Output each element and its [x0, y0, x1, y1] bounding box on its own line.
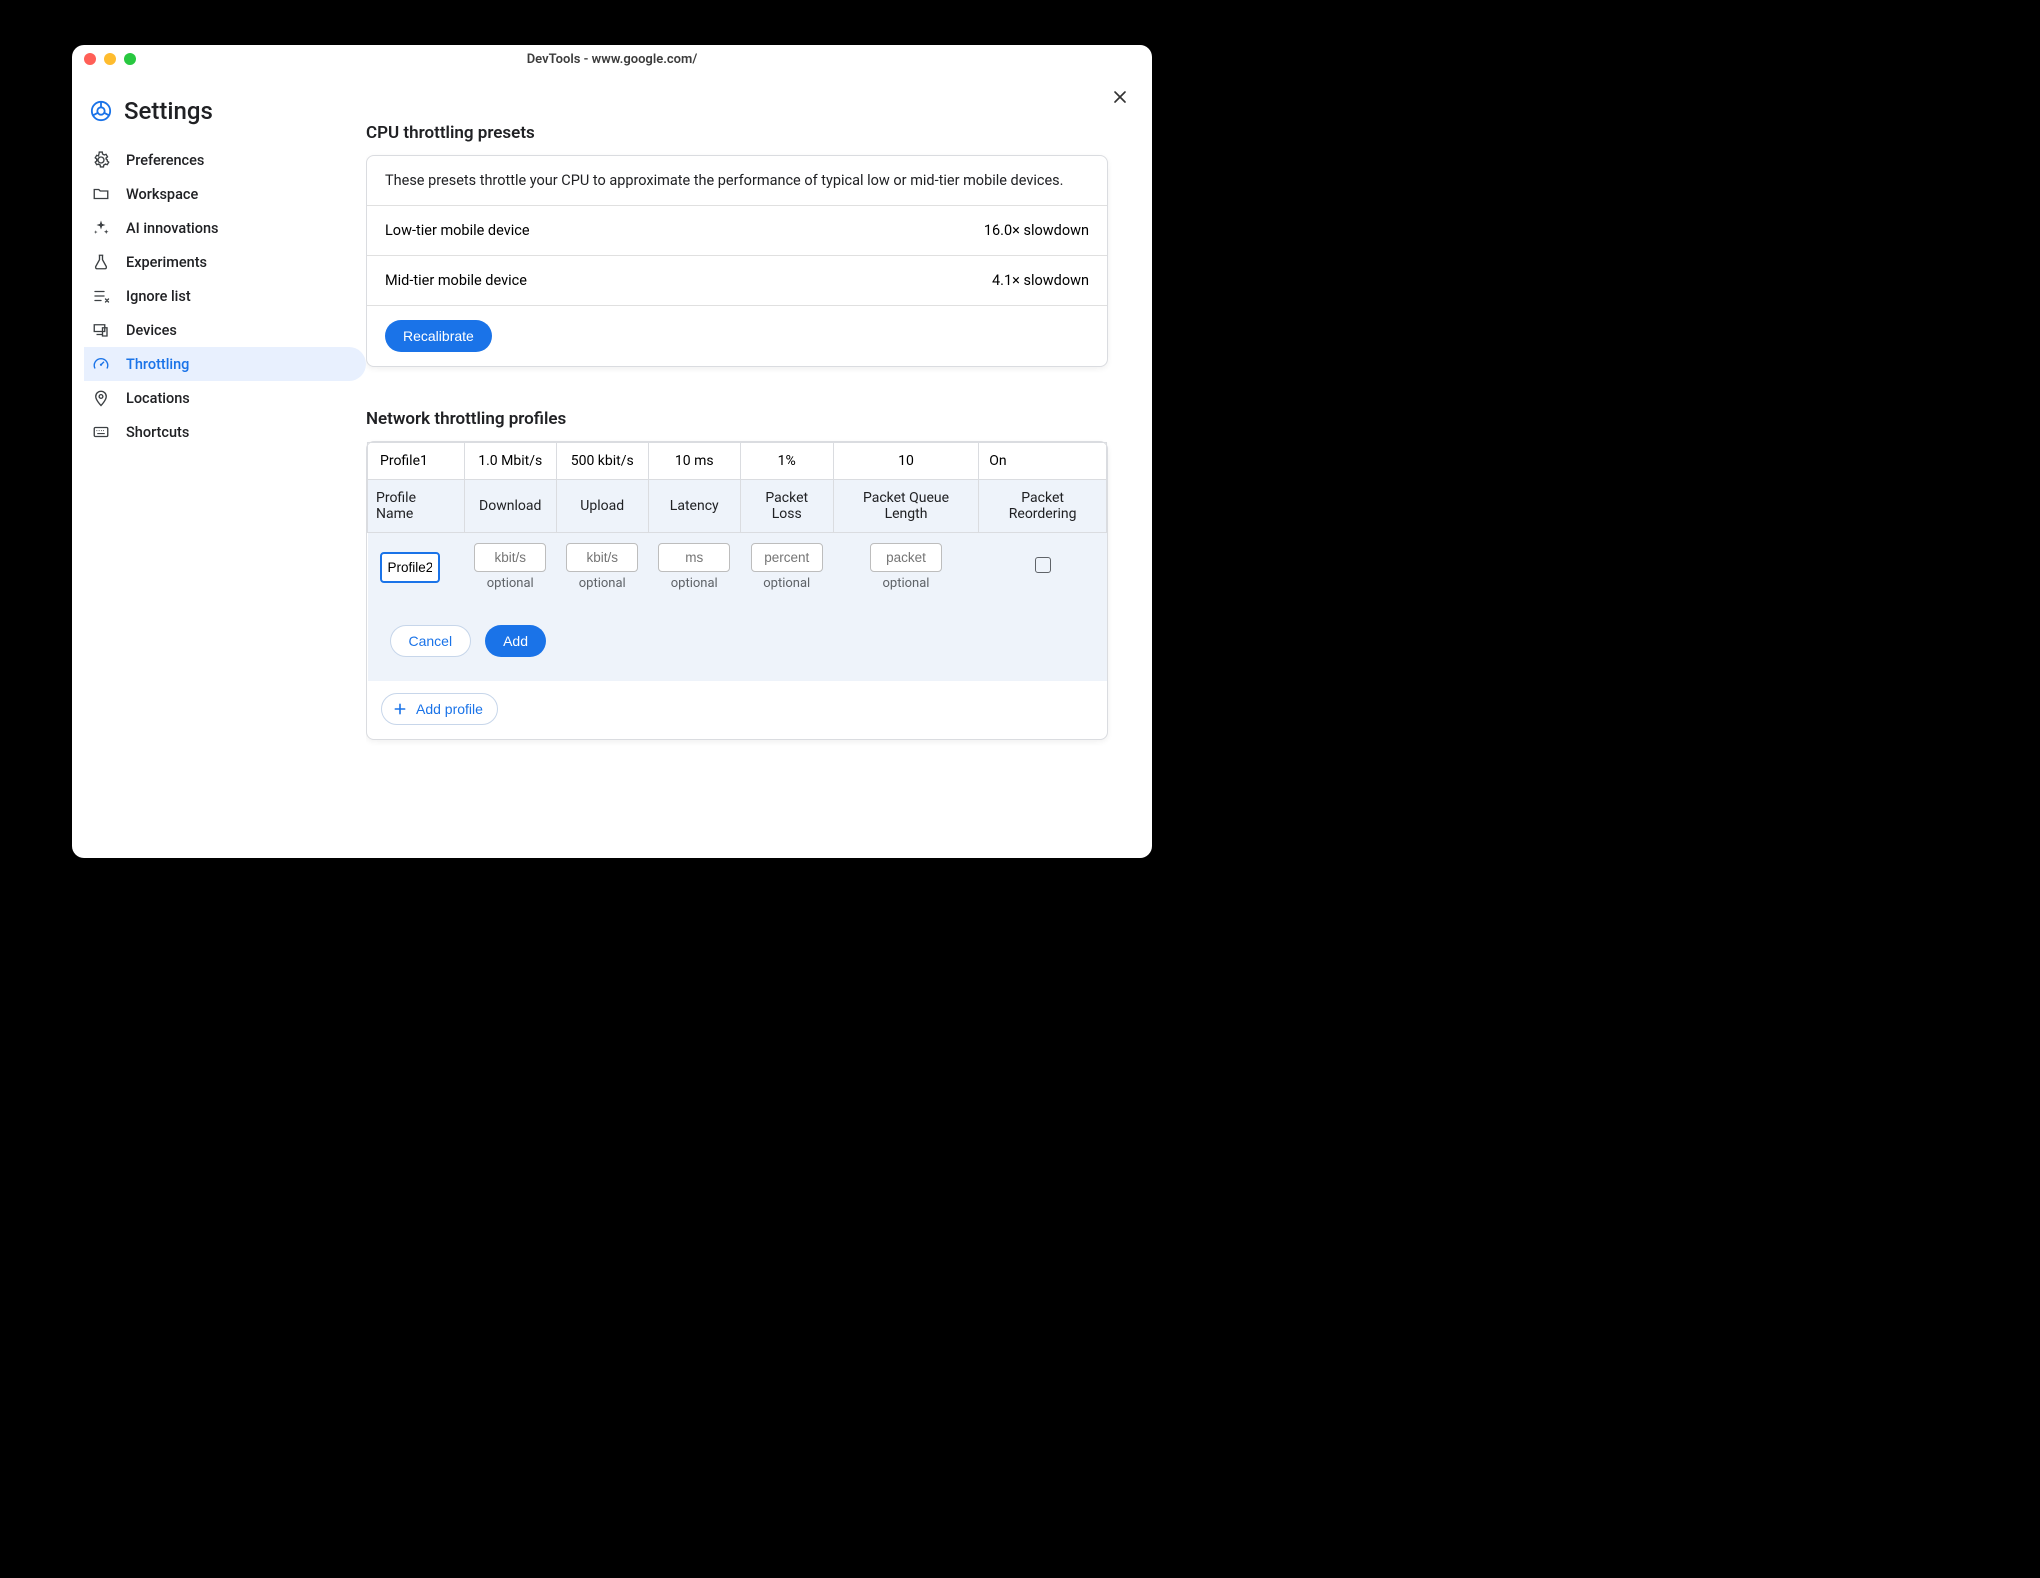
- optional-label: optional: [750, 576, 823, 591]
- window-title: DevTools - www.google.com/: [72, 52, 1152, 67]
- chromium-icon: [90, 100, 112, 122]
- new-profile-form-row: optional optional optional: [368, 533, 1107, 602]
- upload-input[interactable]: [566, 543, 638, 572]
- form-actions-row: Cancel Add: [368, 601, 1107, 681]
- sidebar-item-label: Devices: [126, 322, 177, 339]
- net-section-title: Network throttling profiles: [366, 409, 1108, 429]
- ignore-list-icon: [92, 287, 110, 305]
- cpu-throttling-section: CPU throttling presets These presets thr…: [366, 123, 1108, 367]
- speedometer-icon: [92, 355, 110, 373]
- cancel-button[interactable]: Cancel: [390, 625, 472, 657]
- queue-length-cell: 10: [833, 443, 978, 480]
- header-latency: Latency: [648, 480, 740, 533]
- profile-name-cell: Profile1: [368, 443, 465, 480]
- network-profiles-table: Profile1 1.0 Mbit/s 500 kbit/s 10 ms 1% …: [367, 442, 1107, 681]
- reordering-checkbox[interactable]: [1035, 557, 1051, 573]
- download-cell: 1.0 Mbit/s: [464, 443, 556, 480]
- cpu-preset-name: Mid-tier mobile device: [385, 272, 527, 289]
- latency-cell: 10 ms: [648, 443, 740, 480]
- download-input[interactable]: [474, 543, 546, 572]
- optional-label: optional: [474, 576, 546, 591]
- sidebar-item-label: AI innovations: [126, 220, 218, 237]
- header-upload: Upload: [556, 480, 648, 533]
- sidebar-item-ignore-list[interactable]: Ignore list: [84, 279, 366, 313]
- keyboard-icon: [92, 423, 110, 441]
- header-queue-length: Packet Queue Length: [833, 480, 978, 533]
- cpu-section-title: CPU throttling presets: [366, 123, 1108, 143]
- close-icon: [1110, 87, 1130, 107]
- add-button[interactable]: Add: [485, 625, 546, 657]
- sidebar-item-shortcuts[interactable]: Shortcuts: [84, 415, 366, 449]
- header-download: Download: [464, 480, 556, 533]
- titlebar: DevTools - www.google.com/: [72, 45, 1152, 73]
- header-packet-loss: Packet Loss: [740, 480, 833, 533]
- add-profile-label: Add profile: [416, 701, 483, 717]
- table-header-row: Profile Name Download Upload Latency Pac…: [368, 480, 1107, 533]
- cpu-preset-name: Low-tier mobile device: [385, 222, 530, 239]
- plus-icon: [392, 701, 408, 717]
- folder-icon: [92, 185, 110, 203]
- upload-cell: 500 kbit/s: [556, 443, 648, 480]
- cpu-preset-row: Low-tier mobile device 16.0× slowdown: [367, 206, 1107, 256]
- sidebar-item-devices[interactable]: Devices: [84, 313, 366, 347]
- header-reordering: Packet Reordering: [979, 480, 1107, 533]
- optional-label: optional: [658, 576, 730, 591]
- add-profile-button[interactable]: Add profile: [381, 693, 498, 725]
- sidebar-item-preferences[interactable]: Preferences: [84, 143, 366, 177]
- settings-sidebar: Settings Preferences Workspace AI innova…: [72, 83, 366, 858]
- reordering-cell: On: [979, 443, 1107, 480]
- sidebar-item-locations[interactable]: Locations: [84, 381, 366, 415]
- pin-icon: [92, 389, 110, 407]
- sidebar-item-label: Preferences: [126, 152, 204, 169]
- sidebar-item-label: Ignore list: [126, 288, 191, 305]
- sidebar-item-ai-innovations[interactable]: AI innovations: [84, 211, 366, 245]
- sidebar-item-throttling[interactable]: Throttling: [84, 347, 366, 381]
- cpu-description: These presets throttle your CPU to appro…: [367, 156, 1107, 206]
- network-throttling-section: Network throttling profiles Profile1 1.0…: [366, 409, 1108, 740]
- cpu-preset-value: 4.1× slowdown: [992, 272, 1089, 289]
- close-settings-button[interactable]: [1110, 87, 1130, 107]
- settings-header: Settings: [84, 97, 366, 143]
- latency-input[interactable]: [658, 543, 730, 572]
- sidebar-item-label: Throttling: [126, 356, 189, 373]
- cpu-preset-value: 16.0× slowdown: [984, 222, 1089, 239]
- optional-label: optional: [566, 576, 638, 591]
- queue-length-input[interactable]: [870, 543, 942, 572]
- sparkle-icon: [92, 219, 110, 237]
- devices-icon: [92, 321, 110, 339]
- sidebar-item-label: Shortcuts: [126, 424, 189, 441]
- header-profile-name: Profile Name: [368, 480, 465, 533]
- sidebar-item-workspace[interactable]: Workspace: [84, 177, 366, 211]
- profile-name-input[interactable]: [380, 552, 440, 583]
- gear-icon: [92, 151, 110, 169]
- flask-icon: [92, 253, 110, 271]
- devtools-settings-window: DevTools - www.google.com/ Settings Pref…: [72, 45, 1152, 858]
- recalibrate-button[interactable]: Recalibrate: [385, 320, 492, 352]
- table-row[interactable]: Profile1 1.0 Mbit/s 500 kbit/s 10 ms 1% …: [368, 443, 1107, 480]
- cpu-card: These presets throttle your CPU to appro…: [366, 155, 1108, 367]
- optional-label: optional: [843, 576, 968, 591]
- sidebar-item-label: Experiments: [126, 254, 207, 271]
- page-title: Settings: [124, 97, 213, 125]
- sidebar-item-label: Locations: [126, 390, 190, 407]
- cpu-preset-row: Mid-tier mobile device 4.1× slowdown: [367, 256, 1107, 306]
- packet-loss-input[interactable]: [751, 543, 823, 572]
- settings-nav: Preferences Workspace AI innovations Exp…: [84, 143, 366, 449]
- sidebar-item-experiments[interactable]: Experiments: [84, 245, 366, 279]
- settings-main: CPU throttling presets These presets thr…: [366, 83, 1152, 858]
- net-card: Profile1 1.0 Mbit/s 500 kbit/s 10 ms 1% …: [366, 441, 1108, 740]
- packet-loss-cell: 1%: [740, 443, 833, 480]
- sidebar-item-label: Workspace: [126, 186, 198, 203]
